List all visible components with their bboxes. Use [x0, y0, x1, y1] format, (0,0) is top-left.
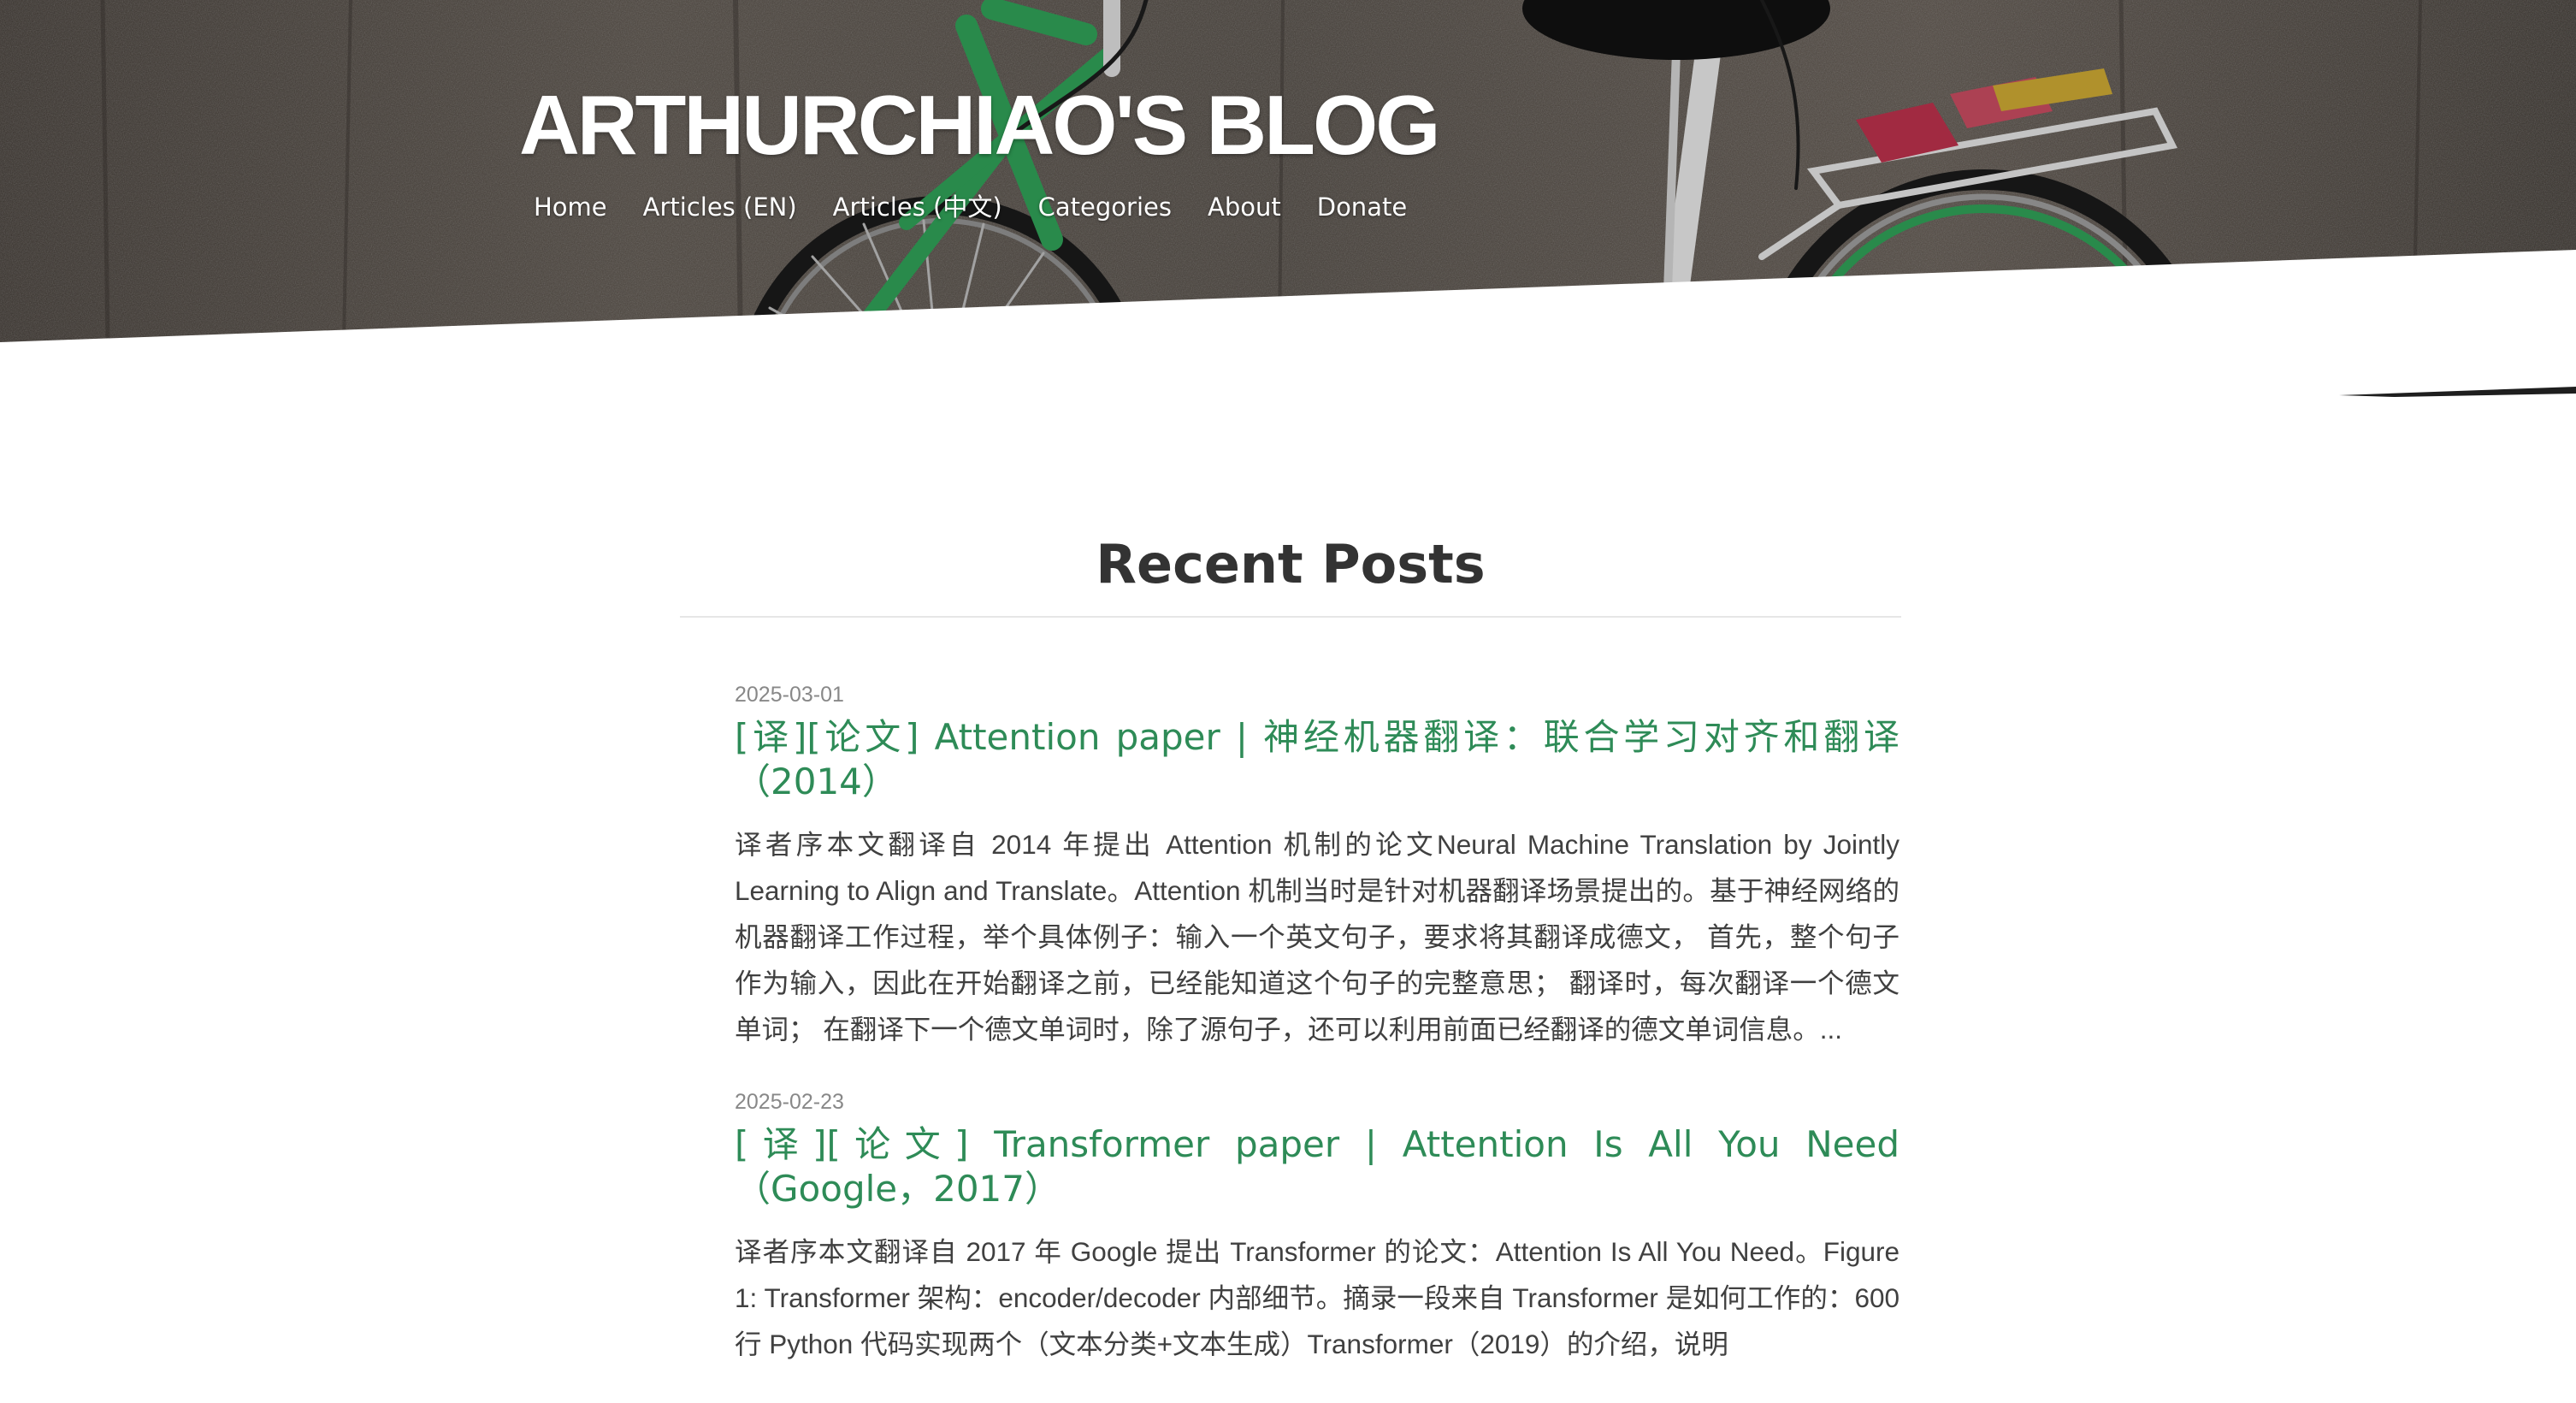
- nav-item-about[interactable]: About: [1208, 186, 1281, 228]
- nav-item-articles-en[interactable]: Articles (EN): [643, 186, 797, 228]
- site-header: ARTHURCHIAO'S BLOG Home Articles (EN) Ar…: [0, 0, 2576, 342]
- recent-posts-heading: Recent Posts: [1096, 533, 1486, 595]
- post-list: 2025-03-01 [译][论文] Attention paper | 神经机…: [735, 676, 1900, 1398]
- post-excerpt: 译者序本文翻译自 2014 年提出 Attention 机制的论文Neural …: [735, 829, 1900, 1045]
- main-content: Recent Posts 2025-03-01 [译][论文] Attentio…: [680, 513, 1901, 1359]
- post-date: 2025-02-23: [735, 1090, 844, 1114]
- post-item: 2025-03-01 [译][论文] Attention paper | 神经机…: [735, 676, 1900, 1052]
- post-title-link[interactable]: [译][论文] Transformer paper | Attention Is…: [735, 1122, 1900, 1211]
- post-excerpt: 译者序本文翻译自 2017 年 Google 提出 Transformer 的论…: [735, 1236, 1900, 1359]
- page: ARTHURCHIAO'S BLOG Home Articles (EN) Ar…: [0, 0, 2576, 1403]
- post-date: 2025-03-01: [735, 683, 844, 707]
- post-title-link[interactable]: [译][论文] Attention paper | 神经机器翻译：联合学习对齐和…: [735, 715, 1900, 804]
- section-divider: [680, 616, 1901, 618]
- nav-item-categories[interactable]: Categories: [1038, 186, 1172, 228]
- main-nav: Home Articles (EN) Articles (中文) Categor…: [534, 186, 1407, 228]
- nav-item-donate[interactable]: Donate: [1317, 186, 1407, 228]
- post-item: 2025-02-23 [译][论文] Transformer paper | A…: [735, 1083, 1900, 1367]
- nav-item-articles-zh[interactable]: Articles (中文): [833, 186, 1002, 228]
- site-title[interactable]: ARTHURCHIAO'S BLOG: [519, 75, 1440, 175]
- nav-item-home[interactable]: Home: [534, 186, 607, 228]
